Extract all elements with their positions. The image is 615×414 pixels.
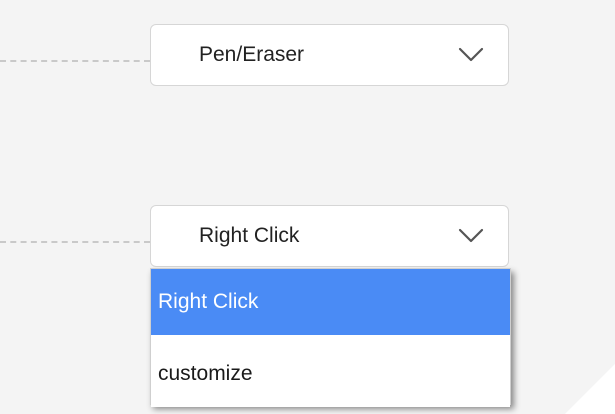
select-value: Right Click [199, 224, 300, 247]
option-right-click[interactable]: Right Click [151, 269, 510, 335]
function-select-2[interactable]: Right Click [150, 205, 509, 267]
page-corner [565, 364, 615, 414]
settings-panel: Pen/Eraser Right Click Right Click custo… [0, 0, 615, 414]
dropdown-menu: Right Click customize [150, 268, 511, 407]
function-select-1[interactable]: Pen/Eraser [150, 24, 509, 86]
chevron-down-icon[interactable] [458, 228, 484, 244]
option-customize[interactable]: customize [151, 341, 510, 407]
select-value: Pen/Eraser [199, 43, 305, 66]
leader-line [0, 60, 150, 62]
chevron-down-icon[interactable] [458, 47, 484, 63]
leader-line [0, 241, 150, 243]
